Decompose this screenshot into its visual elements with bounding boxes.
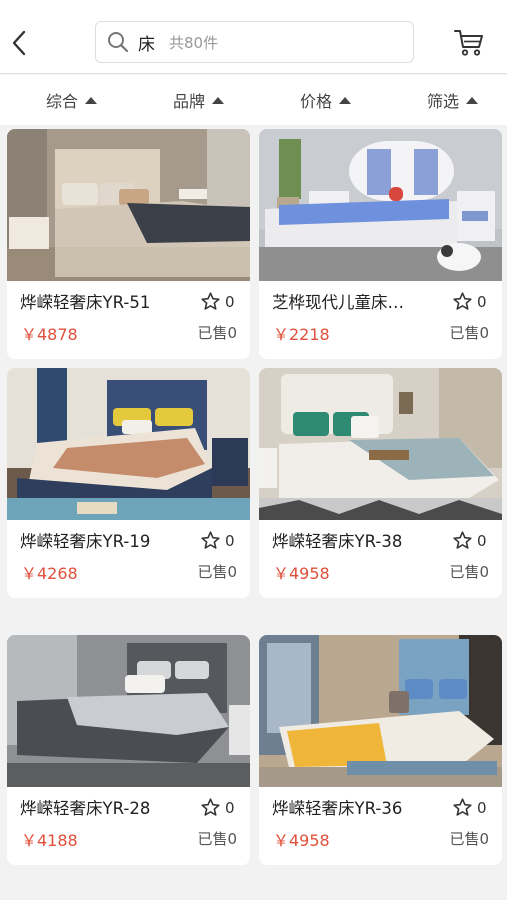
sold-count: 已售0 bbox=[449, 324, 489, 342]
sold-count: 已售0 bbox=[197, 830, 237, 848]
sort-arrow-icon bbox=[85, 96, 98, 104]
favorite-count: 0 bbox=[225, 531, 235, 550]
back-arrow-icon[interactable] bbox=[8, 26, 32, 60]
product-name: 烨嵘轻奢床YR-51 bbox=[20, 293, 151, 312]
star-icon bbox=[453, 798, 472, 816]
sort-label: 价格 bbox=[300, 92, 333, 111]
product-price: ￥4958 bbox=[273, 831, 330, 850]
product-card[interactable]: 烨嵘轻奢床YR-36 0 ￥4958 已售0 bbox=[259, 635, 502, 865]
product-image bbox=[7, 635, 250, 787]
top-nav-bar: 床 共80件 bbox=[0, 0, 507, 74]
sort-price[interactable]: 价格 bbox=[300, 88, 352, 112]
star-icon bbox=[453, 292, 472, 310]
sort-arrow-icon bbox=[339, 96, 352, 104]
product-image bbox=[259, 129, 502, 281]
sort-label: 筛选 bbox=[427, 92, 460, 111]
product-card[interactable]: 烨嵘轻奢床YR-28 0 ￥4188 已售0 bbox=[7, 635, 250, 865]
star-icon bbox=[453, 531, 472, 549]
search-icon bbox=[108, 32, 129, 53]
cart-icon[interactable] bbox=[453, 26, 485, 58]
product-price: ￥4268 bbox=[21, 564, 78, 583]
product-price: ￥4958 bbox=[273, 564, 330, 583]
product-price: ￥4878 bbox=[21, 325, 78, 344]
product-name: 芝桦现代儿童床… bbox=[272, 293, 404, 312]
product-name: 烨嵘轻奢床YR-28 bbox=[20, 799, 151, 818]
sort-arrow-icon bbox=[212, 96, 225, 104]
result-count: 共80件 bbox=[169, 33, 219, 52]
product-price: ￥4188 bbox=[21, 831, 78, 850]
favorite-button[interactable]: 0 bbox=[200, 291, 235, 312]
product-name: 烨嵘轻奢床YR-19 bbox=[20, 532, 151, 551]
sold-count: 已售0 bbox=[197, 324, 237, 342]
favorite-count: 0 bbox=[225, 798, 235, 817]
search-box[interactable]: 床 共80件 bbox=[95, 21, 414, 63]
product-image bbox=[259, 368, 502, 520]
favorite-count: 0 bbox=[477, 798, 487, 817]
star-icon bbox=[201, 798, 220, 816]
favorite-button[interactable]: 0 bbox=[452, 797, 487, 818]
product-name: 烨嵘轻奢床YR-38 bbox=[272, 532, 403, 551]
favorite-button[interactable]: 0 bbox=[200, 530, 235, 551]
favorite-button[interactable]: 0 bbox=[452, 530, 487, 551]
product-image bbox=[259, 635, 502, 787]
product-card[interactable]: 烨嵘轻奢床YR-51 0 ￥4878 已售0 bbox=[7, 129, 250, 359]
product-card[interactable]: 烨嵘轻奢床YR-38 0 ￥4958 已售0 bbox=[259, 368, 502, 598]
product-card[interactable]: 烨嵘轻奢床YR-19 0 ￥4268 已售0 bbox=[7, 368, 250, 598]
product-price: ￥2218 bbox=[273, 325, 330, 344]
sort-label: 品牌 bbox=[173, 92, 206, 111]
favorite-count: 0 bbox=[225, 292, 235, 311]
star-icon bbox=[201, 292, 220, 310]
filter-button[interactable]: 筛选 bbox=[427, 88, 479, 112]
product-image bbox=[7, 368, 250, 520]
sort-label: 综合 bbox=[46, 92, 79, 111]
sold-count: 已售0 bbox=[449, 830, 489, 848]
star-icon bbox=[201, 531, 220, 549]
sort-comprehensive[interactable]: 综合 bbox=[46, 88, 98, 112]
favorite-count: 0 bbox=[477, 531, 487, 550]
sort-brand[interactable]: 品牌 bbox=[173, 88, 225, 112]
favorite-count: 0 bbox=[477, 292, 487, 311]
sold-count: 已售0 bbox=[197, 563, 237, 581]
sort-filter-bar: 综合 品牌 价格 筛选 bbox=[0, 75, 507, 125]
favorite-button[interactable]: 0 bbox=[452, 291, 487, 312]
search-keyword: 床 bbox=[138, 34, 155, 55]
product-image bbox=[7, 129, 250, 281]
favorite-button[interactable]: 0 bbox=[200, 797, 235, 818]
sold-count: 已售0 bbox=[449, 563, 489, 581]
product-card[interactable]: 芝桦现代儿童床… 0 ￥2218 已售0 bbox=[259, 129, 502, 359]
sort-arrow-icon bbox=[466, 96, 479, 104]
product-name: 烨嵘轻奢床YR-36 bbox=[272, 799, 403, 818]
